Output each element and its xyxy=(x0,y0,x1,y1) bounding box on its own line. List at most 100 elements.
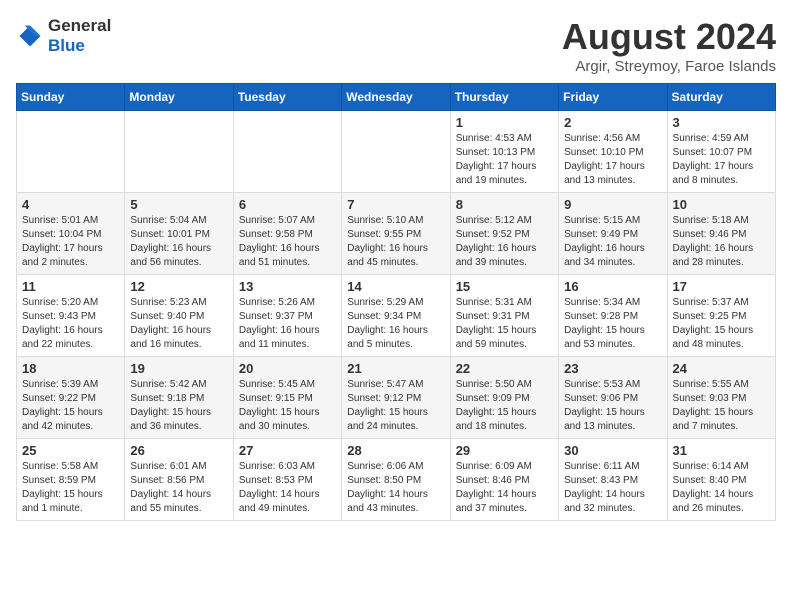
calendar-header: SundayMondayTuesdayWednesdayThursdayFrid… xyxy=(17,84,776,111)
calendar-cell: 13 Sunrise: 5:26 AM Sunset: 9:37 PM Dayli… xyxy=(233,275,341,357)
calendar-cell: 18 Sunrise: 5:39 AM Sunset: 9:22 PM Dayli… xyxy=(17,357,125,439)
day-number: 3 xyxy=(673,115,770,130)
calendar-cell: 26Sunrise: 6:01 AM Sunset: 8:56 PM Dayli… xyxy=(125,439,233,521)
day-number: 29 xyxy=(456,443,553,458)
day-info: Sunrise: 5:26 AM Sunset: 9:37 PM Dayligh… xyxy=(239,296,336,352)
calendar-cell: 9Sunrise: 5:15 AM Sunset: 9:49 PM Daylig… xyxy=(559,193,667,275)
calendar-cell: 24Sunrise: 5:55 AM Sunset: 9:03 PM Dayli… xyxy=(667,357,775,439)
day-number: 10 xyxy=(673,197,770,212)
day-number: 15 xyxy=(456,279,553,294)
day-info: Sunrise: 5:37 AM Sunset: 9:25 PM Dayligh… xyxy=(673,296,770,352)
day-number: 31 xyxy=(673,443,770,458)
day-header-wednesday: Wednesday xyxy=(342,84,450,111)
day-header-saturday: Saturday xyxy=(667,84,775,111)
day-info: Sunrise: 5:07 AM Sunset: 9:58 PM Dayligh… xyxy=(239,214,336,270)
calendar-cell: 31 Sunrise: 6:14 AM Sunset: 8:40 PM Dayli… xyxy=(667,439,775,521)
day-info: Sunrise: 5:01 AM Sunset: 10:04 PM Daylig… xyxy=(22,214,119,270)
calendar-cell: 17 Sunrise: 5:37 AM Sunset: 9:25 PM Dayli… xyxy=(667,275,775,357)
day-number: 13 xyxy=(239,279,336,294)
day-info: Sunrise: 6:03 AM Sunset: 8:53 PM Dayligh… xyxy=(239,460,336,516)
logo-general: General xyxy=(48,16,111,35)
calendar-cell: 16 Sunrise: 5:34 AM Sunset: 9:28 PM Dayli… xyxy=(559,275,667,357)
day-info: Sunrise: 6:09 AM Sunset: 8:46 PM Dayligh… xyxy=(456,460,553,516)
calendar-cell: 5Sunrise: 5:04 AM Sunset: 10:01 PM Dayli… xyxy=(125,193,233,275)
calendar-cell xyxy=(342,111,450,193)
calendar-cell: 7 Sunrise: 5:10 AM Sunset: 9:55 PM Daylig… xyxy=(342,193,450,275)
day-number: 24 xyxy=(673,361,770,376)
day-info: Sunrise: 5:53 AM Sunset: 9:06 PM Dayligh… xyxy=(564,378,661,434)
week-row-4: 18 Sunrise: 5:39 AM Sunset: 9:22 PM Dayli… xyxy=(17,357,776,439)
day-info: Sunrise: 5:20 AM Sunset: 9:43 PM Dayligh… xyxy=(22,296,119,352)
calendar-cell: 29 Sunrise: 6:09 AM Sunset: 8:46 PM Dayli… xyxy=(450,439,558,521)
day-info: Sunrise: 5:15 AM Sunset: 9:49 PM Dayligh… xyxy=(564,214,661,270)
day-info: Sunrise: 4:56 AM Sunset: 10:10 PM Daylig… xyxy=(564,132,661,188)
day-number: 1 xyxy=(456,115,553,130)
day-number: 16 xyxy=(564,279,661,294)
day-number: 26 xyxy=(130,443,227,458)
day-number: 27 xyxy=(239,443,336,458)
calendar-body: 1 Sunrise: 4:53 AM Sunset: 10:13 PM Dayli… xyxy=(17,111,776,521)
day-info: Sunrise: 5:12 AM Sunset: 9:52 PM Dayligh… xyxy=(456,214,553,270)
day-info: Sunrise: 5:45 AM Sunset: 9:15 PM Dayligh… xyxy=(239,378,336,434)
day-number: 20 xyxy=(239,361,336,376)
day-number: 30 xyxy=(564,443,661,458)
day-info: Sunrise: 5:39 AM Sunset: 9:22 PM Dayligh… xyxy=(22,378,119,434)
calendar-cell: 11Sunrise: 5:20 AM Sunset: 9:43 PM Dayli… xyxy=(17,275,125,357)
logo-icon xyxy=(16,22,44,50)
logo: General Blue xyxy=(16,16,111,56)
title-block: August 2024 Argir, Streymoy, Faroe Islan… xyxy=(562,16,776,75)
calendar-cell xyxy=(233,111,341,193)
calendar-cell xyxy=(17,111,125,193)
day-info: Sunrise: 5:23 AM Sunset: 9:40 PM Dayligh… xyxy=(130,296,227,352)
calendar-cell: 12 Sunrise: 5:23 AM Sunset: 9:40 PM Dayli… xyxy=(125,275,233,357)
day-number: 21 xyxy=(347,361,444,376)
page-header: General Blue August 2024 Argir, Streymoy… xyxy=(16,16,776,75)
day-header-monday: Monday xyxy=(125,84,233,111)
day-number: 12 xyxy=(130,279,227,294)
day-info: Sunrise: 5:10 AM Sunset: 9:55 PM Dayligh… xyxy=(347,214,444,270)
calendar-cell: 21Sunrise: 5:47 AM Sunset: 9:12 PM Dayli… xyxy=(342,357,450,439)
calendar-cell: 4 Sunrise: 5:01 AM Sunset: 10:04 PM Dayli… xyxy=(17,193,125,275)
calendar-cell: 10 Sunrise: 5:18 AM Sunset: 9:46 PM Dayli… xyxy=(667,193,775,275)
logo-blue: Blue xyxy=(48,36,85,55)
day-number: 14 xyxy=(347,279,444,294)
calendar-cell: 22Sunrise: 5:50 AM Sunset: 9:09 PM Dayli… xyxy=(450,357,558,439)
day-header-tuesday: Tuesday xyxy=(233,84,341,111)
day-number: 8 xyxy=(456,197,553,212)
calendar-cell: 19 Sunrise: 5:42 AM Sunset: 9:18 PM Dayli… xyxy=(125,357,233,439)
logo-text: General Blue xyxy=(48,16,111,56)
calendar-cell: 6 Sunrise: 5:07 AM Sunset: 9:58 PM Daylig… xyxy=(233,193,341,275)
day-info: Sunrise: 5:18 AM Sunset: 9:46 PM Dayligh… xyxy=(673,214,770,270)
day-info: Sunrise: 6:06 AM Sunset: 8:50 PM Dayligh… xyxy=(347,460,444,516)
calendar-cell: 20 Sunrise: 5:45 AM Sunset: 9:15 PM Dayli… xyxy=(233,357,341,439)
calendar-cell: 28 Sunrise: 6:06 AM Sunset: 8:50 PM Dayli… xyxy=(342,439,450,521)
day-number: 6 xyxy=(239,197,336,212)
day-number: 17 xyxy=(673,279,770,294)
day-info: Sunrise: 5:31 AM Sunset: 9:31 PM Dayligh… xyxy=(456,296,553,352)
day-headers-row: SundayMondayTuesdayWednesdayThursdayFrid… xyxy=(17,84,776,111)
day-header-friday: Friday xyxy=(559,84,667,111)
day-header-sunday: Sunday xyxy=(17,84,125,111)
day-number: 7 xyxy=(347,197,444,212)
day-number: 18 xyxy=(22,361,119,376)
location-subtitle: Argir, Streymoy, Faroe Islands xyxy=(562,58,776,75)
day-number: 2 xyxy=(564,115,661,130)
calendar-cell: 2 Sunrise: 4:56 AM Sunset: 10:10 PM Dayli… xyxy=(559,111,667,193)
day-info: Sunrise: 5:42 AM Sunset: 9:18 PM Dayligh… xyxy=(130,378,227,434)
calendar-cell: 1 Sunrise: 4:53 AM Sunset: 10:13 PM Dayli… xyxy=(450,111,558,193)
calendar-cell: 14Sunrise: 5:29 AM Sunset: 9:34 PM Dayli… xyxy=(342,275,450,357)
calendar-cell: 15 Sunrise: 5:31 AM Sunset: 9:31 PM Dayli… xyxy=(450,275,558,357)
week-row-3: 11Sunrise: 5:20 AM Sunset: 9:43 PM Dayli… xyxy=(17,275,776,357)
day-number: 4 xyxy=(22,197,119,212)
day-info: Sunrise: 5:04 AM Sunset: 10:01 PM Daylig… xyxy=(130,214,227,270)
day-header-thursday: Thursday xyxy=(450,84,558,111)
calendar-cell: 25Sunrise: 5:58 AM Sunset: 8:59 PM Dayli… xyxy=(17,439,125,521)
day-number: 28 xyxy=(347,443,444,458)
week-row-5: 25Sunrise: 5:58 AM Sunset: 8:59 PM Dayli… xyxy=(17,439,776,521)
day-number: 23 xyxy=(564,361,661,376)
day-info: Sunrise: 4:53 AM Sunset: 10:13 PM Daylig… xyxy=(456,132,553,188)
day-number: 19 xyxy=(130,361,227,376)
day-info: Sunrise: 6:14 AM Sunset: 8:40 PM Dayligh… xyxy=(673,460,770,516)
day-info: Sunrise: 5:34 AM Sunset: 9:28 PM Dayligh… xyxy=(564,296,661,352)
calendar-cell: 30Sunrise: 6:11 AM Sunset: 8:43 PM Dayli… xyxy=(559,439,667,521)
